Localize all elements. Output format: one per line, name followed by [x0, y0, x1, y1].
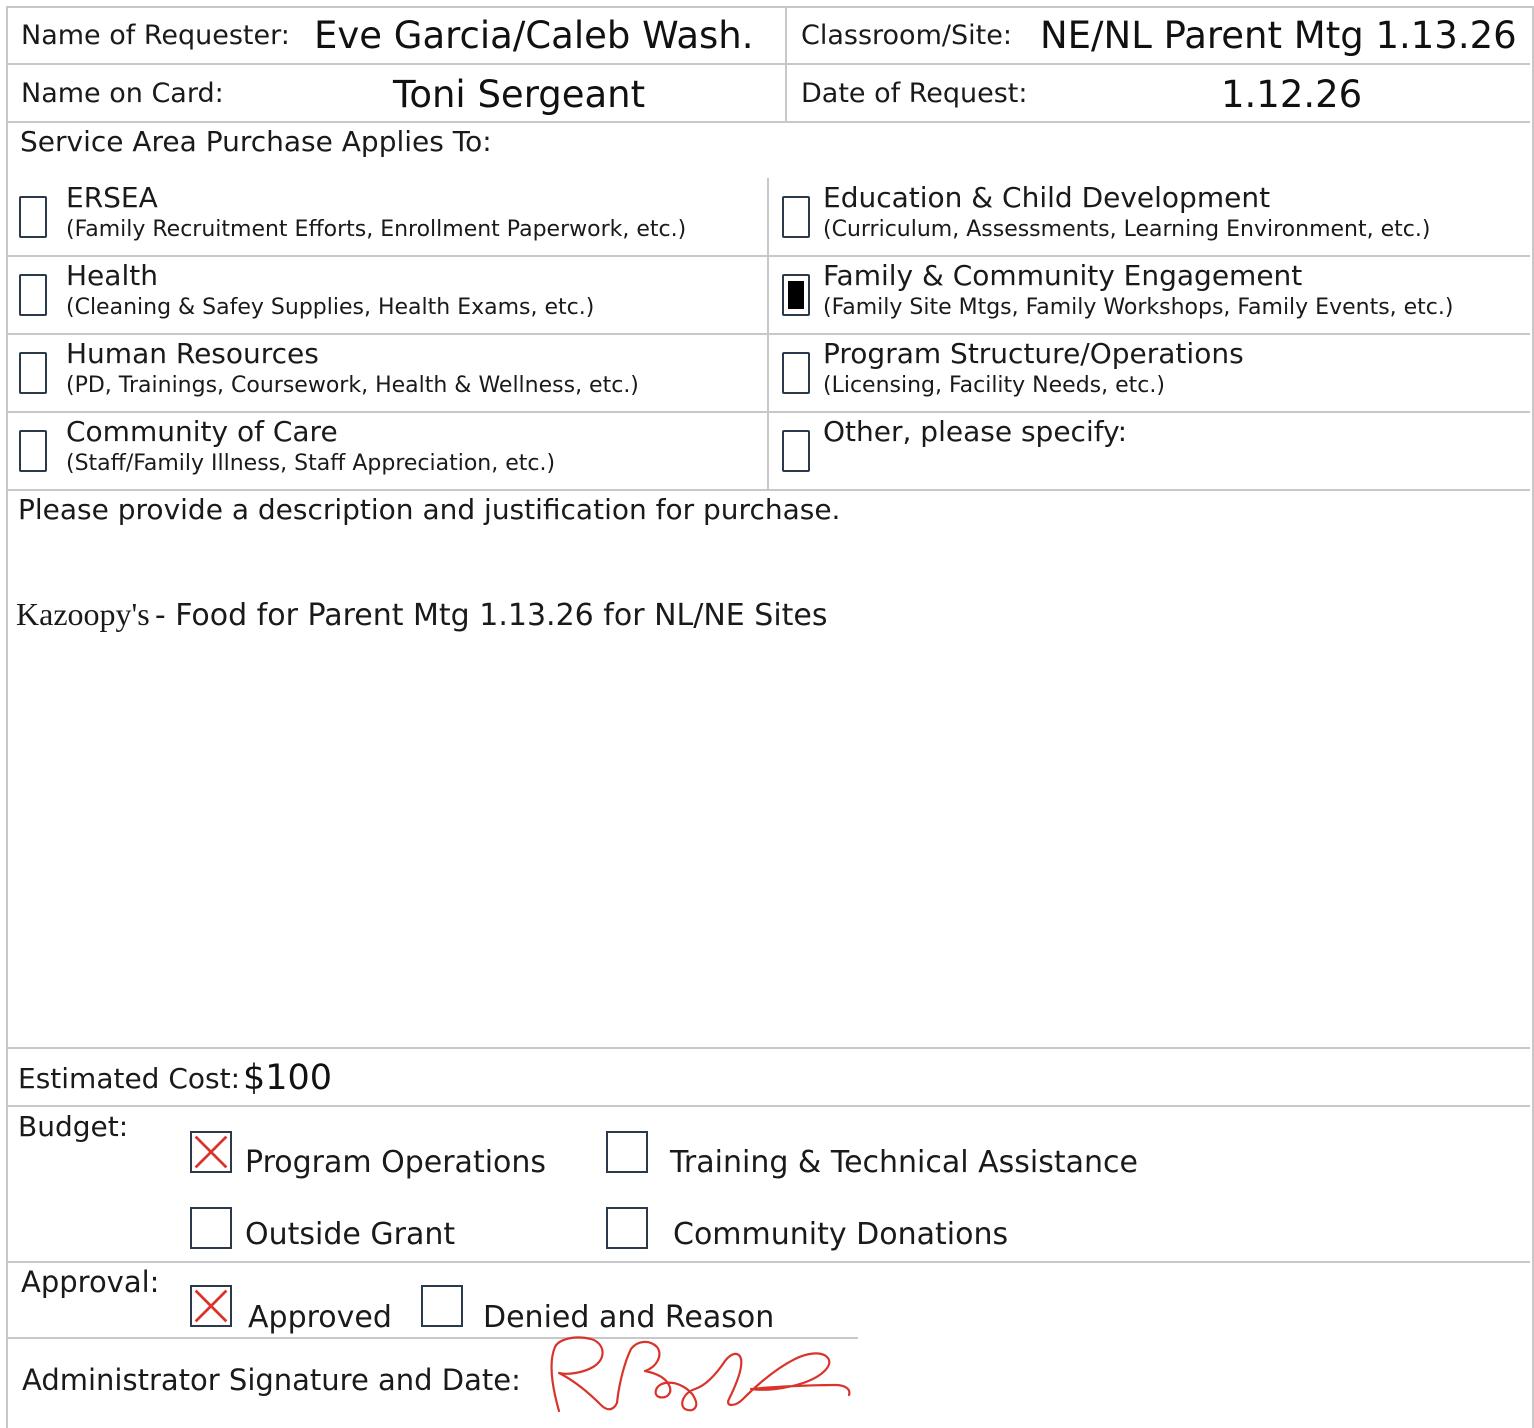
cost-field[interactable]: $100: [243, 1061, 332, 1096]
card-label: Name on Card:: [21, 78, 224, 109]
training-assistance-label: Training & Technical Assistance: [670, 1145, 1138, 1180]
family-engagement-checkbox[interactable]: [782, 274, 810, 316]
community-donations-checkbox[interactable]: [606, 1207, 648, 1249]
divider: [6, 333, 1530, 335]
human-resources-label: Human Resources: [66, 337, 319, 370]
approved-checkbox[interactable]: [190, 1285, 232, 1327]
check-x-icon: [194, 1135, 228, 1169]
family-engagement-label: Family & Community Engagement: [823, 259, 1303, 292]
human-resources-checkbox[interactable]: [19, 352, 47, 394]
ersea-checkbox[interactable]: [19, 196, 47, 238]
education-checkbox[interactable]: [782, 196, 810, 238]
description-prompt: Please provide a description and justifi…: [18, 493, 841, 526]
vendor-name: Kazoopy's: [16, 596, 150, 632]
community-care-checkbox[interactable]: [19, 430, 47, 472]
health-checkbox[interactable]: [19, 274, 47, 316]
divider: [6, 255, 1530, 257]
community-donations-label: Community Donations: [673, 1217, 1009, 1252]
site-field[interactable]: NE/NL Parent Mtg 1.13.26: [1040, 17, 1517, 54]
ersea-label: ERSEA: [66, 181, 158, 214]
program-operations-checkbox[interactable]: [190, 1131, 232, 1173]
education-description: (Curriculum, Assessments, Learning Envir…: [823, 217, 1431, 242]
divider: [6, 489, 1530, 491]
service-area-heading: Service Area Purchase Applies To:: [20, 125, 492, 158]
community-care-description: (Staff/Family Illness, Staff Appreciatio…: [66, 451, 556, 476]
budget-label: Budget:: [18, 1110, 129, 1143]
training-assistance-checkbox[interactable]: [606, 1131, 648, 1173]
signature-label: Administrator Signature and Date:: [22, 1363, 521, 1397]
denied-label: Denied and Reason: [483, 1300, 775, 1335]
community-care-label: Community of Care: [66, 415, 338, 448]
other-label: Other, please specify:: [823, 415, 1128, 448]
divider: [6, 63, 1530, 65]
approval-label: Approval:: [21, 1265, 160, 1299]
divider: [6, 121, 1530, 123]
divider: [6, 411, 1530, 413]
denied-checkbox[interactable]: [421, 1285, 463, 1327]
cost-label: Estimated Cost:: [18, 1062, 241, 1095]
description-field[interactable]: Kazoopy's - Food for Parent Mtg 1.13.26 …: [16, 598, 828, 631]
program-operations-label: Program Operations: [245, 1145, 547, 1180]
requester-field[interactable]: Eve Garcia/Caleb Wash.: [314, 17, 753, 54]
description-text: - Food for Parent Mtg 1.13.26 for NL/NE …: [154, 598, 828, 633]
approved-label: Approved: [248, 1300, 392, 1335]
program-structure-description: (Licensing, Facility Needs, etc.): [823, 373, 1165, 398]
other-checkbox[interactable]: [782, 430, 810, 472]
health-label: Health: [66, 259, 158, 292]
site-label: Classroom/Site:: [801, 20, 1012, 51]
date-field[interactable]: 1.12.26: [1221, 76, 1362, 113]
outside-grant-label: Outside Grant: [245, 1217, 456, 1252]
divider: [6, 1047, 1530, 1049]
ersea-description: (Family Recruitment Efforts, Enrollment …: [66, 217, 687, 242]
check-x-icon: [194, 1289, 228, 1323]
health-description: (Cleaning & Safey Supplies, Health Exams…: [66, 295, 595, 320]
program-structure-checkbox[interactable]: [782, 352, 810, 394]
card-field[interactable]: Toni Sergeant: [393, 76, 645, 113]
date-label: Date of Request:: [801, 78, 1028, 109]
outside-grant-checkbox[interactable]: [190, 1207, 232, 1249]
program-structure-label: Program Structure/Operations: [823, 337, 1244, 370]
divider: [6, 1261, 1530, 1263]
education-label: Education & Child Development: [823, 181, 1271, 214]
signature-image: [550, 1336, 851, 1413]
requester-label: Name of Requester:: [21, 20, 290, 51]
family-engagement-description: (Family Site Mtgs, Family Workshops, Fam…: [823, 295, 1454, 320]
human-resources-description: (PD, Trainings, Coursework, Health & Wel…: [66, 373, 639, 398]
divider: [6, 1105, 1530, 1107]
divider: [785, 6, 787, 123]
